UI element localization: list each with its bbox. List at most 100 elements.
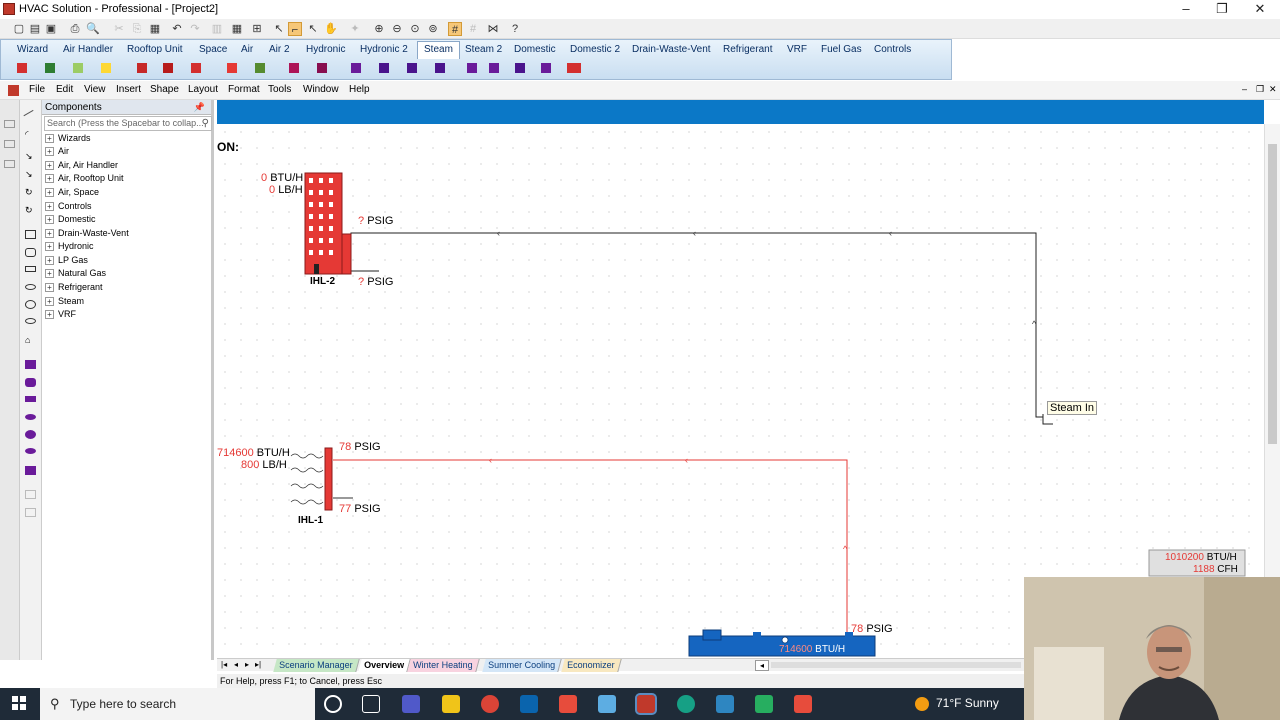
- close-button[interactable]: ✕: [1242, 0, 1278, 19]
- copy-icon[interactable]: ⎘: [130, 22, 144, 36]
- filled-ellipse-tool-icon[interactable]: [25, 448, 36, 454]
- prev-sheet-icon[interactable]: ◂: [234, 660, 238, 669]
- new-file-icon[interactable]: ▢: [12, 22, 26, 36]
- ihl2-unit-wing[interactable]: [341, 233, 352, 275]
- menu-view[interactable]: View: [84, 84, 106, 95]
- expand-icon[interactable]: +: [45, 310, 54, 320]
- taskbar-search-input[interactable]: ⚲ Type here to search: [40, 688, 315, 720]
- tree-item-space[interactable]: + Air, Space: [45, 186, 99, 199]
- maximize-button[interactable]: ❐: [1204, 0, 1240, 19]
- tree-item-domestic[interactable]: + Domestic: [45, 213, 96, 226]
- rectangle-tool-icon[interactable]: [25, 230, 36, 239]
- document-icon[interactable]: [8, 85, 19, 96]
- steam-in-label[interactable]: Steam In: [1047, 401, 1098, 415]
- teams-icon[interactable]: [402, 695, 420, 713]
- rectangle-tool-icon[interactable]: [25, 266, 36, 272]
- connection-points-icon[interactable]: ⋈: [486, 22, 500, 36]
- line-tool-icon[interactable]: [23, 109, 38, 124]
- tree-item-rooftop-unit[interactable]: + Air, Rooftop Unit: [45, 172, 124, 185]
- rotate-tool-icon[interactable]: ↻: [25, 206, 36, 215]
- first-sheet-icon[interactable]: |◂: [221, 660, 227, 669]
- pointer-icon[interactable]: ↖: [272, 22, 286, 36]
- cat-tab-fuel-gas[interactable]: Fuel Gas: [815, 42, 868, 58]
- tree-item-wizards[interactable]: + Wizards: [45, 132, 91, 145]
- cat-tab-controls[interactable]: Controls: [868, 42, 917, 58]
- menu-shape[interactable]: Shape: [150, 84, 179, 95]
- arrow-tool-icon[interactable]: ↘: [25, 170, 36, 179]
- doc-restore-icon[interactable]: ❐: [1256, 84, 1264, 95]
- zoom-fit-icon[interactable]: ⊙: [408, 22, 422, 36]
- sheet-tab-summer-cooling[interactable]: Summer Cooling: [482, 659, 562, 672]
- dock-tab-icon[interactable]: [4, 140, 15, 148]
- steam-in-connector[interactable]: [1042, 414, 1053, 425]
- print-icon[interactable]: ⎙: [68, 22, 82, 36]
- cut-icon[interactable]: ✂: [112, 22, 126, 36]
- paste-icon[interactable]: ▦: [148, 22, 162, 36]
- expand-icon[interactable]: +: [45, 174, 54, 184]
- chrome-icon[interactable]: [481, 695, 499, 713]
- cat-tab-air-handler[interactable]: Air Handler: [57, 42, 119, 58]
- tree-item-refrigerant[interactable]: + Refrigerant: [45, 281, 103, 294]
- expand-icon[interactable]: +: [45, 242, 54, 252]
- zoom-in-icon[interactable]: ⊕: [372, 22, 386, 36]
- hscroll-left-icon[interactable]: ◂: [755, 660, 769, 671]
- windows-start-icon[interactable]: [12, 696, 26, 710]
- table-icon[interactable]: ▦: [230, 22, 244, 36]
- cat-tab-domestic[interactable]: Domestic: [508, 42, 562, 58]
- steam-tool-icon[interactable]: [541, 63, 551, 73]
- expand-icon[interactable]: +: [45, 147, 54, 157]
- context-help-icon[interactable]: ?: [508, 22, 522, 36]
- select-tool-icon[interactable]: ↖: [306, 22, 320, 36]
- doc-minimize-icon[interactable]: –: [1242, 84, 1247, 94]
- cat-tab-air[interactable]: Air: [235, 42, 259, 58]
- steam-supply-pipe[interactable]: [333, 459, 848, 632]
- next-sheet-icon[interactable]: ▸: [245, 660, 249, 669]
- steam-tool-icon[interactable]: [467, 63, 477, 73]
- steam-tool-icon[interactable]: [567, 63, 581, 73]
- components-search-input[interactable]: Search (Press the Spacebar to collap... …: [44, 116, 212, 131]
- expand-icon[interactable]: +: [45, 229, 54, 239]
- app-icon[interactable]: [677, 695, 695, 713]
- steam-tool-icon[interactable]: [317, 63, 327, 73]
- app-icon[interactable]: [598, 695, 616, 713]
- cat-tab-steam[interactable]: Steam: [417, 41, 460, 59]
- menu-window[interactable]: Window: [303, 84, 339, 95]
- app-icon[interactable]: [794, 695, 812, 713]
- hvac-solution-taskbar-icon[interactable]: [635, 693, 657, 715]
- polygon-tool-icon[interactable]: ⌂: [25, 336, 36, 345]
- doc-close-icon[interactable]: ✕: [1269, 84, 1277, 95]
- expand-icon[interactable]: +: [45, 256, 54, 266]
- sheet-tab-overview[interactable]: Overview: [358, 659, 411, 672]
- dock-tab-icon[interactable]: [4, 160, 15, 168]
- last-sheet-icon[interactable]: ▸|: [255, 660, 261, 669]
- steam-tool-icon[interactable]: [379, 63, 389, 73]
- menu-edit[interactable]: Edit: [56, 84, 73, 95]
- save-icon[interactable]: ▣: [44, 22, 58, 36]
- sheet-tab-scenario-manager[interactable]: Scenario Manager: [273, 659, 360, 672]
- filled-ellipse-tool-icon[interactable]: [25, 414, 36, 420]
- scrollbar-thumb[interactable]: [1268, 144, 1277, 444]
- expand-icon[interactable]: +: [45, 283, 54, 293]
- grid-icon[interactable]: #: [466, 22, 480, 36]
- cat-tab-rooftop-unit[interactable]: Rooftop Unit: [121, 42, 189, 58]
- menu-help[interactable]: Help: [349, 84, 370, 95]
- filled-rounded-rectangle-tool-icon[interactable]: [25, 378, 36, 387]
- stamp-icon[interactable]: ✦: [348, 22, 362, 36]
- pin-icon[interactable]: 📌: [194, 100, 205, 115]
- condensate-pipe[interactable]: [350, 232, 1043, 418]
- rotate-tool-icon[interactable]: ↻: [25, 188, 36, 197]
- expand-icon[interactable]: +: [45, 188, 54, 198]
- filled-circle-tool-icon[interactable]: [25, 430, 36, 439]
- menu-insert[interactable]: Insert: [116, 84, 141, 95]
- tree-item-drain-waste-vent[interactable]: + Drain-Waste-Vent: [45, 227, 129, 240]
- outlook-icon[interactable]: [520, 695, 538, 713]
- steam-tool-icon[interactable]: [73, 63, 83, 73]
- cat-tab-hydronic-2[interactable]: Hydronic 2: [354, 42, 414, 58]
- expand-icon[interactable]: +: [45, 161, 54, 171]
- horizontal-scrollbar[interactable]: [771, 662, 1021, 668]
- menu-format[interactable]: Format: [228, 84, 260, 95]
- steam-tool-icon[interactable]: [407, 63, 417, 73]
- cat-tab-domestic-2[interactable]: Domestic 2: [564, 42, 626, 58]
- ellipse-tool-icon[interactable]: [25, 318, 36, 324]
- sheet-tab-economizer[interactable]: Economizer: [561, 659, 622, 672]
